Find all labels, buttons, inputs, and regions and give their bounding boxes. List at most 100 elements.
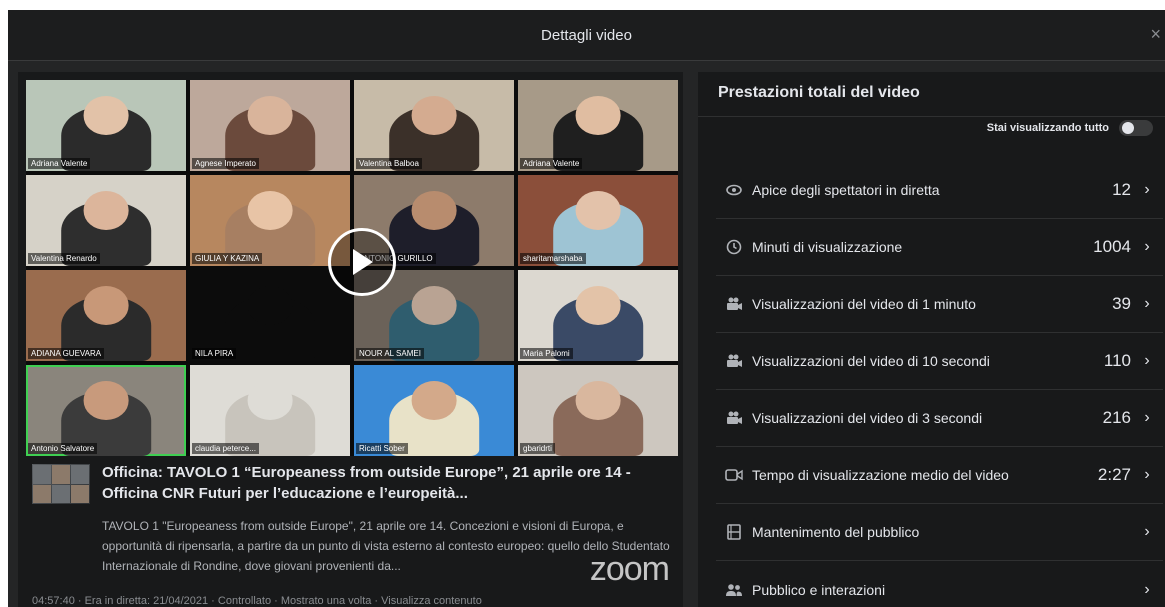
chevron-right-icon[interactable]: › — [1131, 238, 1163, 256]
metric-row[interactable]: Pubblico e interazioni › — [716, 561, 1163, 607]
participant-name: GIULIA Y KAZINA — [192, 253, 263, 264]
participant-head — [575, 381, 621, 420]
play-icon — [353, 249, 373, 275]
metric-row[interactable]: Tempo di visualizzazione medio del video… — [716, 447, 1163, 504]
participant-tile: Antonio Salvatore — [26, 365, 186, 456]
metric-label: Visualizzazioni del video di 3 secondi — [752, 410, 983, 426]
participant-head — [575, 286, 621, 325]
participant-tile: gbaridrti — [518, 365, 678, 456]
metric-value: 1004 — [1093, 237, 1131, 256]
modal-header: Dettagli video × — [8, 10, 1165, 61]
metric-value: 12 — [1112, 180, 1131, 199]
participant-name: gbaridrti — [520, 443, 555, 454]
participant-head — [411, 96, 457, 135]
chevron-right-icon[interactable]: › — [1131, 466, 1163, 484]
participant-head — [575, 191, 621, 230]
metric-label: Tempo di visualizzazione medio del video — [752, 467, 1009, 483]
metric-label: Visualizzazioni del video di 10 secondi — [752, 353, 990, 369]
view-all-toggle-row: Stai visualizzando tutto — [987, 120, 1153, 136]
metric-label: Mantenimento del pubblico — [752, 524, 920, 540]
view-all-toggle[interactable] — [1119, 120, 1153, 136]
video-views-icon — [716, 410, 752, 426]
metric-label: Minuti di visualizzazione — [752, 239, 903, 255]
metric-value: 216 — [1102, 408, 1131, 427]
view-all-label: Stai visualizzando tutto — [986, 122, 1109, 134]
chevron-right-icon[interactable]: › — [1131, 295, 1163, 313]
participant-head — [411, 381, 457, 420]
metric-row[interactable]: Visualizzazioni del video di 3 secondi 21… — [716, 390, 1163, 447]
participant-head — [83, 191, 129, 230]
post-description: TAVOLO 1 "Europeaness from outside Europ… — [102, 519, 670, 573]
metric-row[interactable]: Mantenimento del pubblico › — [716, 504, 1163, 561]
participant-head — [83, 286, 129, 325]
metric-label: Visualizzazioni del video di 1 minuto — [752, 296, 976, 312]
participant-name: Adriana Valente — [28, 158, 91, 169]
video-camera-icon — [716, 468, 752, 482]
participant-name: Valentina Renardo — [28, 253, 100, 264]
close-icon[interactable]: × — [1150, 24, 1161, 45]
participant-head — [411, 191, 457, 230]
participant-name: sharitamarshaba — [520, 253, 586, 264]
post-meta: 04:57:40 · Era in diretta: 21/04/2021 · … — [32, 595, 482, 607]
chevron-right-icon[interactable]: › — [1131, 409, 1163, 427]
participant-tile: Maria Palomi — [518, 270, 678, 361]
metric-value: 2:27 — [1097, 465, 1131, 484]
participant-tile: Adriana Valente — [518, 80, 678, 171]
participant-tile: GIULIA Y KAZINA — [190, 175, 350, 266]
participant-name: NOUR AL SAMEI — [356, 348, 424, 359]
participant-name: NILA PIRA — [192, 348, 237, 359]
stats-title: Prestazioni totali del video — [718, 84, 920, 101]
metric-row[interactable]: Minuti di visualizzazione 1004 › — [716, 219, 1163, 276]
participant-head — [247, 381, 293, 420]
participant-name: Maria Palomi — [520, 348, 573, 359]
metric-row[interactable]: Visualizzazioni del video di 1 minuto 39 › — [716, 276, 1163, 333]
participant-head — [575, 96, 621, 135]
participant-name: Valentina Balboa — [356, 158, 422, 169]
participant-name: Ricatti Sober — [356, 443, 408, 454]
chevron-right-icon[interactable]: › — [1131, 581, 1163, 599]
video-views-icon — [716, 353, 752, 369]
people-icon — [716, 583, 752, 597]
metric-label: Pubblico e interazioni — [752, 581, 886, 598]
participant-head — [247, 191, 293, 230]
video-views-icon — [716, 296, 752, 312]
chevron-right-icon[interactable]: › — [1131, 352, 1163, 370]
participant-tile: Valentina Balboa — [354, 80, 514, 171]
metric-row[interactable]: Apice degli spettatori in diretta 12 › — [716, 162, 1163, 219]
participant-name: claudia peterce... — [192, 443, 259, 454]
participant-head — [411, 286, 457, 325]
participant-head — [83, 96, 129, 135]
metric-value: 110 — [1103, 351, 1131, 370]
participant-tile: Valentina Renardo — [26, 175, 186, 266]
participant-name: Adriana Valente — [520, 158, 583, 169]
post-thumbnail[interactable] — [32, 464, 90, 504]
participant-tile: Adriana Valente — [26, 80, 186, 171]
eye-icon — [716, 184, 752, 196]
participant-name: Agnese Imperato — [192, 158, 259, 169]
film-icon — [716, 524, 752, 540]
participant-tile: Ricatti Sober — [354, 365, 514, 456]
participant-tile: claudia peterce... — [190, 365, 350, 456]
metric-value: 39 — [1112, 294, 1131, 313]
participant-tile: NILA PIRA — [190, 270, 350, 361]
video-pane: Adriana Valente Agnese Imperato Valentina … — [18, 72, 683, 607]
divider — [698, 116, 1165, 117]
play-button[interactable] — [328, 228, 396, 296]
participant-name: ADIANA GUEVARA — [28, 348, 105, 359]
stats-pane: Prestazioni totali del video Stai visual… — [698, 72, 1165, 607]
participant-name: Antonio Salvatore — [28, 443, 98, 454]
participant-head — [83, 381, 129, 420]
metrics-list: Apice degli spettatori in diretta 12 › Minu… — [716, 162, 1163, 607]
participant-tile: sharitamarshaba — [518, 175, 678, 266]
participant-tile: ADIANA GUEVARA — [26, 270, 186, 361]
modal-title: Dettagli video — [541, 26, 632, 44]
chevron-right-icon[interactable]: › — [1131, 523, 1163, 541]
chevron-right-icon[interactable]: › — [1131, 181, 1163, 199]
clock-icon — [716, 239, 752, 255]
metric-row[interactable]: Visualizzazioni del video di 10 secondi 1… — [716, 333, 1163, 390]
video-details-modal: Dettagli video × Adriana Valente Agnese I… — [8, 10, 1165, 607]
post-title[interactable]: Officina: TAVOLO 1 “Europeaness from out… — [102, 462, 672, 504]
participant-head — [247, 96, 293, 135]
metric-label: Apice degli spettatori in diretta — [752, 182, 940, 198]
participant-tile: Agnese Imperato — [190, 80, 350, 171]
